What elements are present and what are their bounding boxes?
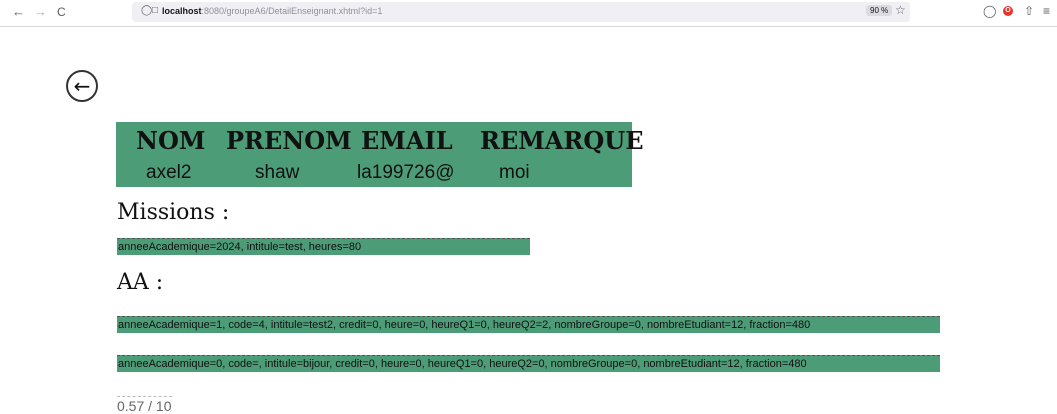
url-text[interactable]: localhost:8080/groupeA6/DetailEnseignant… [162, 6, 382, 16]
missions-title: Missions : [117, 200, 230, 225]
page-icon: □ [152, 5, 159, 16]
cell-email: la199726@ [357, 162, 455, 183]
aa-title: AA : [117, 270, 164, 295]
header-nom: NOM [136, 126, 206, 155]
shield-icon[interactable]: ◯ [141, 5, 152, 16]
zoom-level-badge[interactable]: 90 % [866, 5, 893, 16]
cell-nom: axel2 [146, 162, 192, 183]
header-email: EMAIL [361, 126, 453, 155]
back-button[interactable]: ← [66, 70, 98, 102]
aa-item: anneeAcademique=0, code=, intitule=bijou… [117, 355, 940, 372]
header-prenom: PRENOM [226, 126, 352, 155]
url-bar[interactable]: ◯ □ localhost:8080/groupeA6/DetailEnseig… [132, 2, 910, 22]
mission-item: anneeAcademique=2024, intitule=test, heu… [117, 238, 530, 255]
share-icon[interactable]: ⇧ [1024, 4, 1034, 18]
teacher-info-table: NOM PRENOM EMAIL REMARQUE axel2 shaw la1… [116, 122, 644, 187]
extension-icon[interactable]: O [1003, 6, 1013, 16]
header-remarque: REMARQUE [480, 126, 644, 155]
reload-icon[interactable]: C [57, 5, 66, 19]
pocket-icon[interactable]: ◯ [983, 4, 996, 18]
aa-item: anneeAcademique=1, code=4, intitule=test… [117, 316, 940, 333]
rating-text: 0.57 / 10 [117, 396, 172, 414]
back-arrow-icon[interactable]: ← [12, 5, 25, 19]
bookmark-star-icon[interactable]: ☆ [895, 3, 906, 17]
menu-icon[interactable]: ≡ [1043, 4, 1050, 18]
forward-arrow-icon[interactable]: → [34, 5, 47, 19]
browser-toolbar: ← → C ◯ □ localhost:8080/groupeA6/Detail… [0, 0, 1057, 27]
url-host: localhost [162, 6, 202, 16]
arrow-left-icon: ← [73, 74, 91, 98]
url-path: :8080/groupeA6/DetailEnseignant.xhtml?id… [201, 6, 383, 16]
cell-remarque: moi [499, 162, 530, 183]
cell-prenom: shaw [255, 162, 300, 183]
